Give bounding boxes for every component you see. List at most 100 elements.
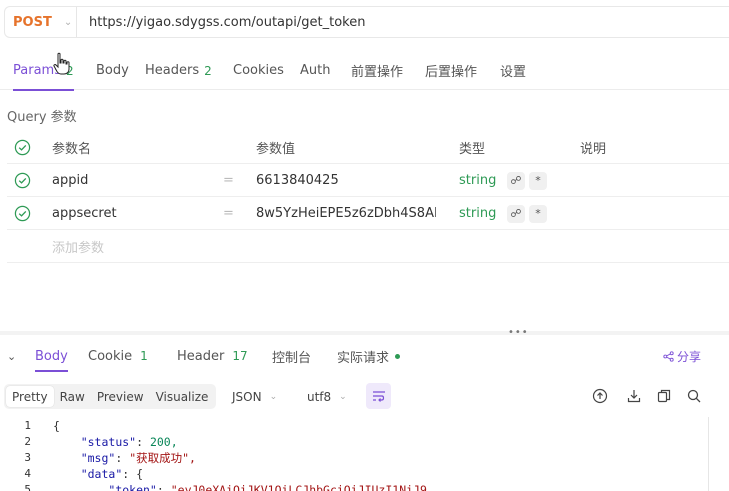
json-key: "msg" <box>80 451 116 465</box>
tab-headers[interactable]: Headers 2 <box>145 52 212 90</box>
upload-circle-icon[interactable] <box>592 388 608 404</box>
check-circle-icon <box>14 139 31 156</box>
line-number: 2 <box>24 435 31 448</box>
line-number: 4 <box>24 467 31 480</box>
row-checkbox[interactable] <box>14 197 32 230</box>
json-value: 200, <box>149 435 178 449</box>
url-bar: POST ⌄ https://yigao.sdygss.com/outapi/g… <box>4 6 729 38</box>
param-type[interactable]: string <box>459 164 496 197</box>
view-pretty[interactable]: Pretty <box>6 386 54 407</box>
param-name[interactable]: appsecret <box>52 197 117 230</box>
url-input[interactable]: https://yigao.sdygss.com/outapi/get_toke… <box>89 15 365 30</box>
code-line: 4 "data": { <box>0 466 729 482</box>
wrap-icon <box>372 391 385 402</box>
response-tab-actual-request[interactable]: 实际请求 <box>337 340 401 372</box>
code-line: 2 "status": 200, <box>0 434 729 450</box>
json-key: "data" <box>80 467 123 481</box>
required-asterisk-icon[interactable]: * <box>529 204 547 223</box>
tab-count: 1 <box>140 349 148 363</box>
encoding-select[interactable]: utf8 ⌄ <box>307 384 347 409</box>
tab-cookies[interactable]: Cookies <box>233 52 284 90</box>
tab-label: 实际请求 <box>337 350 390 366</box>
response-tab-console[interactable]: 控制台 <box>272 340 311 372</box>
format-select[interactable]: JSON ⌄ <box>232 384 277 409</box>
check-circle-icon <box>14 172 31 189</box>
status-dot <box>395 353 401 359</box>
param-value[interactable]: 8w5YzHeiEPE5z6zDbh4S8AM <box>256 197 436 230</box>
add-param-input[interactable]: 添加参数 <box>52 230 104 263</box>
param-options: ☍ * <box>507 164 547 197</box>
response-code-editor[interactable]: 1 { 2 "status": 200, 3 "msg": "获取成功", 4 … <box>0 417 729 491</box>
equals-sign: = <box>223 206 234 221</box>
response-tab-cookie[interactable]: Cookie 1 <box>88 340 148 372</box>
param-name[interactable]: appid <box>52 164 88 197</box>
download-icon[interactable] <box>626 388 642 404</box>
code-text: { <box>53 419 60 433</box>
chevron-down-icon: ⌄ <box>63 16 73 28</box>
query-params-table: 参数名 参数值 类型 说明 appid = 6613840425 string … <box>7 131 729 263</box>
json-value: { <box>136 467 144 481</box>
link-icon[interactable]: ☍ <box>507 171 525 190</box>
share-icon <box>663 351 674 362</box>
panel-divider[interactable] <box>0 331 729 335</box>
equals-sign: = <box>223 173 234 188</box>
code-text: "status": 200, <box>80 435 178 449</box>
column-header-value: 参数值 <box>256 142 296 157</box>
encoding-value: utf8 <box>307 389 332 404</box>
view-preview[interactable]: Preview <box>91 386 150 407</box>
code-line: 3 "msg": "获取成功", <box>0 450 729 466</box>
copy-icon[interactable] <box>656 388 672 404</box>
search-icon[interactable] <box>686 388 702 404</box>
json-key: "token" <box>108 483 157 491</box>
tab-label: 前置操作 <box>351 65 404 80</box>
table-row: appid = 6613840425 string ☍ * <box>7 164 729 197</box>
format-value: JSON <box>232 389 262 404</box>
table-row-add: 添加参数 <box>7 230 729 263</box>
param-value[interactable]: 6613840425 <box>256 164 436 197</box>
code-text: "data": { <box>80 467 144 481</box>
response-tab-header[interactable]: Header 17 <box>177 340 248 372</box>
view-raw[interactable]: Raw <box>54 386 91 407</box>
tab-label: Header <box>177 348 225 364</box>
link-icon[interactable]: ☍ <box>507 204 525 223</box>
tab-settings[interactable]: 设置 <box>500 52 526 90</box>
param-type[interactable]: string <box>459 197 496 230</box>
column-header-type: 类型 <box>459 142 486 157</box>
tab-post-processors[interactable]: 后置操作 <box>425 52 477 90</box>
column-header-name: 参数名 <box>52 142 92 157</box>
tab-pre-processors[interactable]: 前置操作 <box>351 52 403 90</box>
json-value: "获取成功", <box>129 451 196 465</box>
line-number: 1 <box>24 419 31 432</box>
query-section-title: Query 参数 <box>7 110 77 125</box>
tab-count: 17 <box>232 349 248 363</box>
tab-label: Body <box>96 63 129 78</box>
code-line: 1 { <box>0 418 729 434</box>
tab-label: 后置操作 <box>425 65 478 80</box>
line-number: 5 <box>24 483 31 491</box>
wrap-lines-button[interactable] <box>366 383 391 409</box>
row-checkbox[interactable] <box>14 164 32 197</box>
share-button[interactable]: 分享 <box>663 348 701 365</box>
line-number: 3 <box>24 451 31 464</box>
tab-body[interactable]: Body <box>96 52 129 90</box>
drag-handle-icon[interactable]: ••• <box>508 327 529 338</box>
select-all-checkbox[interactable] <box>14 131 32 164</box>
tab-count: 2 <box>204 63 212 78</box>
method-select[interactable]: POST ⌄ <box>5 7 77 37</box>
share-label: 分享 <box>676 350 701 364</box>
tab-label: Cookies <box>233 63 284 78</box>
collapse-chevron-icon[interactable]: ⌄ <box>7 350 16 363</box>
view-visualize[interactable]: Visualize <box>150 386 215 407</box>
column-header-desc: 说明 <box>580 142 607 157</box>
json-value: "eyJ0eXAiOiJKV1QiLCJhbGciOiJIUzI1NiJ9 <box>170 483 427 491</box>
view-mode-switcher: Pretty Raw Preview Visualize <box>4 384 217 409</box>
tab-auth[interactable]: Auth <box>300 52 330 90</box>
tab-label: Auth <box>300 63 331 78</box>
response-tab-body[interactable]: Body <box>35 340 68 372</box>
code-text: "token": "eyJ0eXAiOiJKV1QiLCJhbGciOiJIUz… <box>53 482 427 491</box>
chevron-down-icon: ⌄ <box>339 391 347 402</box>
table-header-row: 参数名 参数值 类型 说明 <box>7 131 729 164</box>
tab-label: Body <box>35 348 68 364</box>
required-asterisk-icon[interactable]: * <box>529 171 547 190</box>
json-key: "status" <box>80 435 137 449</box>
